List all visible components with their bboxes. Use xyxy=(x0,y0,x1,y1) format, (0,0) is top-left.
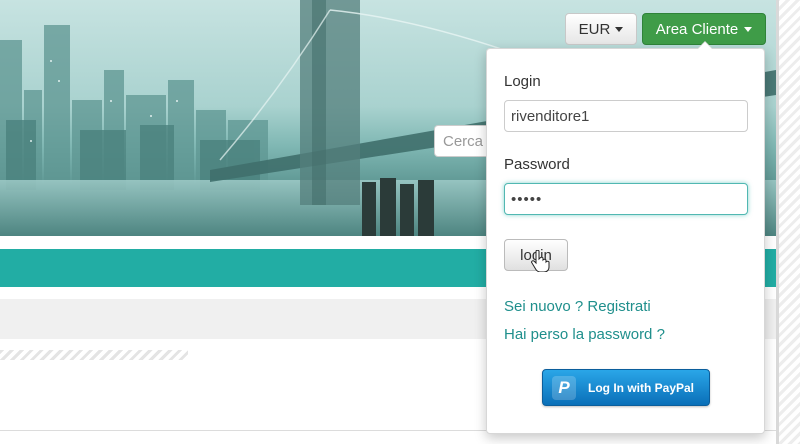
login-submit-button[interactable]: login xyxy=(504,239,568,272)
forgot-password-link[interactable]: Hai perso la password ? xyxy=(504,326,665,343)
login-dropdown-panel: Login Password login Sei nuovo ? Registr… xyxy=(486,41,765,434)
search-placeholder: Cerca xyxy=(443,133,484,150)
paypal-icon: P xyxy=(552,375,576,400)
currency-label: EUR xyxy=(578,20,611,38)
login-label: Login xyxy=(504,73,541,90)
login-password-input[interactable] xyxy=(504,183,748,215)
paypal-login-button[interactable]: P Log In with PayPal xyxy=(542,369,710,406)
area-cliente-label: Area Cliente xyxy=(655,20,739,38)
password-label: Password xyxy=(504,156,570,173)
caret-down-icon xyxy=(615,26,624,32)
currency-dropdown-button[interactable]: EUR xyxy=(565,13,637,45)
register-link[interactable]: Sei nuovo ? Registrati xyxy=(504,298,651,315)
caret-down-icon xyxy=(744,26,753,32)
paypal-login-label: Log In with PayPal xyxy=(588,380,695,395)
hand-cursor-icon xyxy=(531,250,550,272)
login-username-input[interactable] xyxy=(504,100,748,132)
decorative-side-stripes xyxy=(776,0,800,444)
decorative-stripe xyxy=(0,350,188,360)
